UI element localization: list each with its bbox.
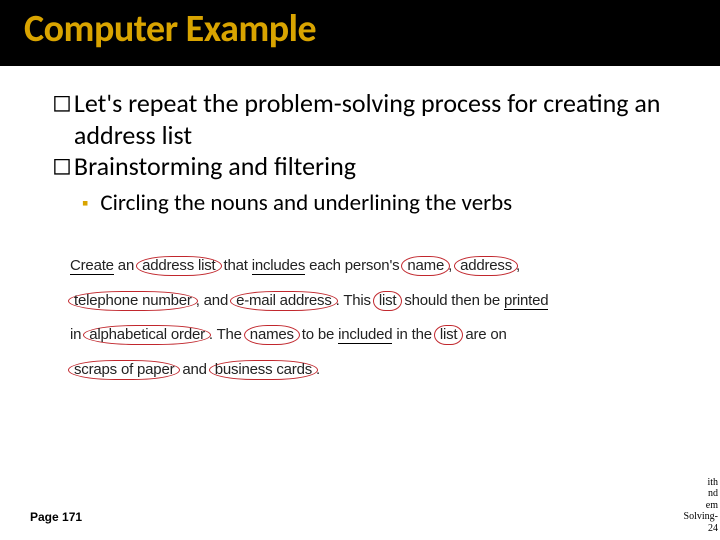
fragment-line: ith (684, 477, 718, 489)
bullet-marker-box-icon: ◻ (52, 88, 72, 151)
bullet-text: Circling the nouns and underlining the v… (100, 189, 512, 219)
noun-names: names (244, 325, 300, 345)
fragment-line: em (684, 500, 718, 512)
bullet-level1: ◻ Brainstorming and filtering (52, 151, 686, 183)
verb-create: Create (70, 257, 114, 275)
noun-alphabetical-order: alphabetical order (83, 325, 211, 345)
verb-includes: includes (252, 257, 305, 275)
bullet-marker-square-icon: ▪ (82, 189, 88, 219)
noun-email-address: e-mail address (230, 291, 338, 311)
page-reference: Page 171 (30, 510, 82, 524)
noun-list: list (373, 291, 403, 311)
bullet-text: Brainstorming and filtering (74, 151, 356, 183)
bullet-level1: ◻ Let's repeat the problem-solving proce… (52, 88, 686, 151)
figure-text: should then be (400, 292, 504, 309)
figure-text: . The (209, 326, 246, 343)
verb-included: included (338, 326, 392, 344)
fragment-line: nd (684, 488, 718, 500)
figure-text: in the (392, 326, 435, 343)
slide-title: Computer Example (24, 6, 696, 52)
annotated-text-figure: Create an address list that includes eac… (52, 249, 686, 387)
figure-text: that (220, 257, 252, 274)
slide: Computer Example ◻ Let's repeat the prob… (0, 0, 720, 540)
figure-text: and (178, 361, 210, 378)
figure-text: each person's (305, 257, 403, 274)
bullet-text: Let's repeat the problem-solving process… (74, 88, 686, 151)
figure-line: in alphabetical order. The names to be i… (70, 318, 650, 353)
bullet-marker-box-icon: ◻ (52, 151, 72, 183)
figure-text: an (114, 257, 138, 274)
noun-business-cards: business cards (209, 360, 318, 380)
noun-telephone-number: telephone number (68, 291, 198, 311)
fragment-line: 24 (684, 523, 718, 535)
figure-text: . (316, 361, 320, 378)
figure-text: , and (196, 292, 232, 309)
figure-text: are on (461, 326, 506, 343)
title-bar: Computer Example (0, 0, 720, 66)
figure-line: scraps of paper and business cards. (70, 353, 650, 388)
figure-line: telephone number, and e-mail address. Th… (70, 284, 650, 319)
fragment-line: Solving- (684, 511, 718, 523)
noun-list-2: list (434, 325, 464, 345)
bullet-level2: ▪ Circling the nouns and underlining the… (82, 189, 686, 219)
noun-address-list: address list (136, 256, 221, 276)
figure-line: Create an address list that includes eac… (70, 249, 650, 284)
figure-text: . This (336, 292, 375, 309)
noun-address: address (454, 256, 518, 276)
noun-name: name (401, 256, 450, 276)
verb-printed: printed (504, 292, 548, 310)
noun-scraps-of-paper: scraps of paper (68, 360, 180, 380)
slide-body: ◻ Let's repeat the problem-solving proce… (0, 66, 720, 387)
figure-text: to be (298, 326, 338, 343)
edge-text-fragment: ith nd em Solving- 24 (684, 477, 718, 535)
